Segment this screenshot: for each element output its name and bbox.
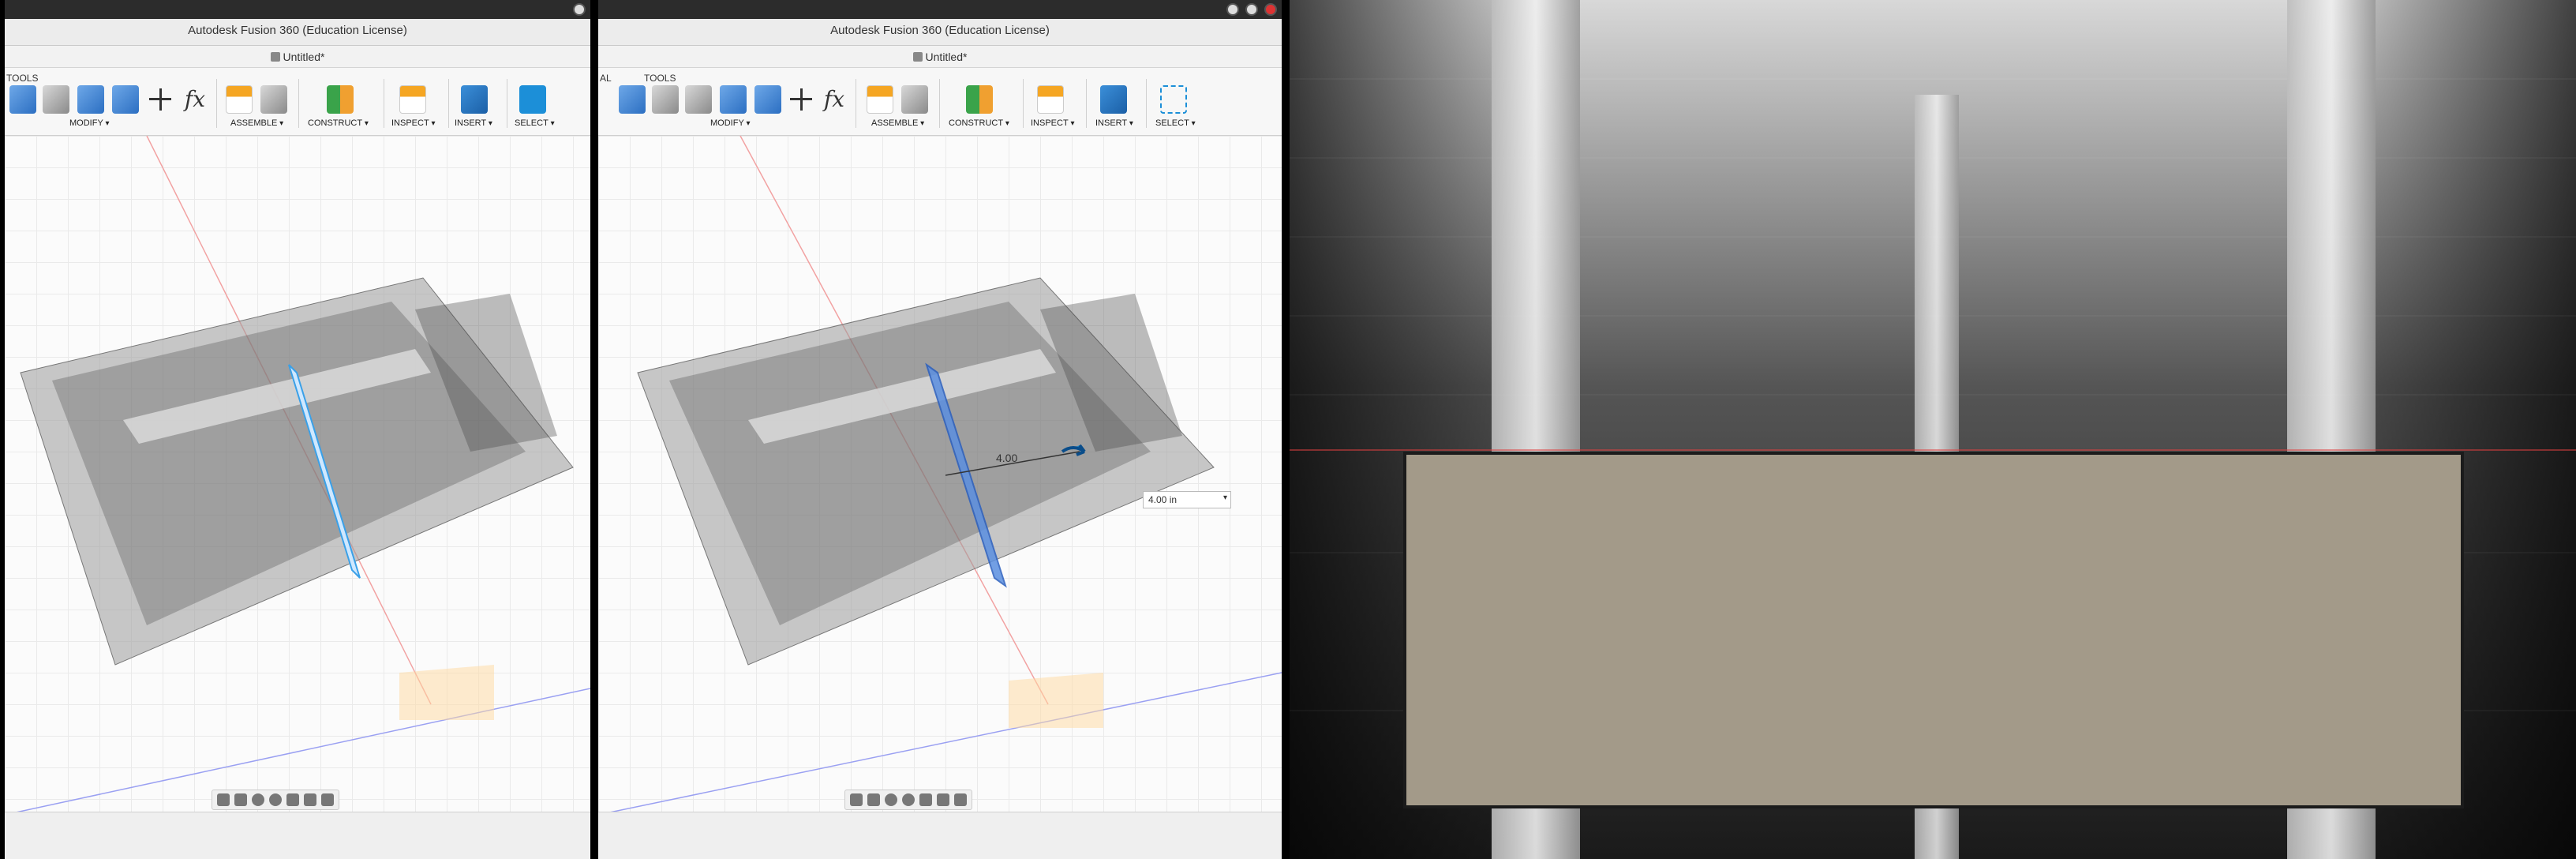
measure-icon[interactable] xyxy=(399,85,426,114)
system-tray xyxy=(573,3,586,16)
toolbar-separator xyxy=(1086,79,1087,128)
status-bar xyxy=(598,812,1282,859)
product-block xyxy=(1403,452,2464,808)
select-icon[interactable] xyxy=(1160,85,1187,114)
fit-icon[interactable] xyxy=(902,793,915,806)
navigation-bar xyxy=(844,790,972,810)
toolbar-separator xyxy=(1023,79,1024,128)
fusion-window-left: Autodesk Fusion 360 (Education License) … xyxy=(5,0,590,859)
viewports-icon[interactable] xyxy=(321,793,334,806)
midplane-icon[interactable] xyxy=(966,85,993,114)
shell-icon[interactable] xyxy=(43,85,69,114)
toolbar-separator xyxy=(939,79,940,128)
title-bar: Autodesk Fusion 360 (Education License) xyxy=(5,0,590,46)
origin-marker xyxy=(1009,673,1103,728)
display-settings-icon[interactable] xyxy=(919,793,932,806)
document-tab[interactable]: Untitled* xyxy=(5,46,590,68)
orbit-icon[interactable] xyxy=(850,793,863,806)
select-menu[interactable]: SELECT xyxy=(515,118,555,128)
toolbar-separator xyxy=(216,79,217,128)
new-component-icon[interactable] xyxy=(226,85,253,114)
document-icon xyxy=(912,52,923,62)
tools-tab-label[interactable]: TOOLS xyxy=(6,73,38,84)
select-menu[interactable]: SELECT xyxy=(1155,118,1196,128)
toolbar-separator xyxy=(448,79,449,128)
status-bar xyxy=(5,812,590,859)
model-canvas xyxy=(610,136,1282,812)
grid-settings-icon[interactable] xyxy=(304,793,316,806)
document-icon xyxy=(270,52,280,62)
document-tab-label: Untitled* xyxy=(283,51,325,63)
new-component-icon[interactable] xyxy=(867,85,893,114)
move-icon[interactable] xyxy=(788,85,814,114)
zoom-icon[interactable] xyxy=(885,793,897,806)
document-tab-label: Untitled* xyxy=(925,51,968,63)
distance-input-value: 4.00 in xyxy=(1148,494,1178,505)
combine-icon[interactable] xyxy=(77,85,104,114)
insert-image-icon[interactable] xyxy=(1100,85,1127,114)
screen-icon[interactable] xyxy=(1226,3,1239,16)
model-canvas xyxy=(16,136,590,812)
navigation-bar xyxy=(212,790,339,810)
insert-menu[interactable]: INSERT xyxy=(1095,118,1133,128)
origin-marker xyxy=(399,665,494,720)
product-scene xyxy=(1290,0,2576,859)
distance-input[interactable]: 4.00 in ▾ xyxy=(1143,491,1231,508)
insert-image-icon[interactable] xyxy=(461,85,488,114)
assemble-menu[interactable]: ASSEMBLE xyxy=(871,118,924,128)
fusion-window-middle: Autodesk Fusion 360 (Education License) … xyxy=(598,0,1282,859)
pan-icon[interactable] xyxy=(234,793,247,806)
joint-icon[interactable] xyxy=(901,85,928,114)
orbit-icon[interactable] xyxy=(217,793,230,806)
fillet-icon[interactable] xyxy=(652,85,679,114)
toolbar-separator xyxy=(1146,79,1147,128)
toolbar-separator xyxy=(298,79,299,128)
system-tray xyxy=(1226,3,1277,16)
notification-icon[interactable] xyxy=(1264,3,1277,16)
construct-menu[interactable]: CONSTRUCT xyxy=(949,118,1009,128)
move-icon[interactable] xyxy=(147,85,174,114)
modify-menu[interactable]: MODIFY xyxy=(710,118,751,128)
parameters-icon[interactable]: fx xyxy=(821,85,848,114)
modify-menu[interactable]: MODIFY xyxy=(69,118,110,128)
document-tab[interactable]: Untitled* xyxy=(598,46,1282,68)
measure-icon[interactable] xyxy=(1037,85,1064,114)
shell-icon[interactable] xyxy=(685,85,712,114)
tools-tab-label[interactable]: TOOLS xyxy=(644,73,676,84)
parameters-icon[interactable]: fx xyxy=(182,85,208,114)
inspect-menu[interactable]: INSPECT xyxy=(391,118,436,128)
tools-tab-label-partial[interactable]: AL xyxy=(600,73,612,84)
assemble-menu[interactable]: ASSEMBLE xyxy=(230,118,283,128)
chevron-down-icon[interactable]: ▾ xyxy=(1223,493,1227,502)
sync-icon[interactable] xyxy=(1245,3,1258,16)
extrude-icon[interactable] xyxy=(619,85,646,114)
offset-face-icon[interactable] xyxy=(112,85,139,114)
product-photo xyxy=(1290,0,2576,859)
toolbar: AL TOOLS fx MODIFY ASSEMBLE CONSTRUCT IN… xyxy=(598,68,1282,136)
joint-icon[interactable] xyxy=(260,85,287,114)
combine-icon[interactable] xyxy=(720,85,747,114)
insert-menu[interactable]: INSERT xyxy=(455,118,492,128)
midplane-icon[interactable] xyxy=(327,85,354,114)
distance-label: 4.00 xyxy=(996,452,1018,464)
screen-icon[interactable] xyxy=(573,3,586,16)
inspect-menu[interactable]: INSPECT xyxy=(1031,118,1075,128)
offset-face-icon[interactable] xyxy=(754,85,781,114)
window-title: Autodesk Fusion 360 (Education License) xyxy=(188,24,407,37)
toolbar: TOOLS fx MODIFY ASSEMBLE CONSTRUCT INSPE… xyxy=(5,68,590,136)
3d-viewport[interactable]: 4.00 4.00 in ▾ xyxy=(598,136,1282,812)
construct-menu[interactable]: CONSTRUCT xyxy=(308,118,369,128)
viewports-icon[interactable] xyxy=(954,793,967,806)
display-settings-icon[interactable] xyxy=(286,793,299,806)
window-title: Autodesk Fusion 360 (Education License) xyxy=(830,24,1050,37)
fillet-icon[interactable] xyxy=(9,85,36,114)
title-bar: Autodesk Fusion 360 (Education License) xyxy=(598,0,1282,46)
pan-icon[interactable] xyxy=(867,793,880,806)
grid-settings-icon[interactable] xyxy=(937,793,949,806)
zoom-icon[interactable] xyxy=(252,793,264,806)
select-icon[interactable] xyxy=(519,85,546,114)
fit-icon[interactable] xyxy=(269,793,282,806)
3d-viewport[interactable] xyxy=(5,136,590,812)
